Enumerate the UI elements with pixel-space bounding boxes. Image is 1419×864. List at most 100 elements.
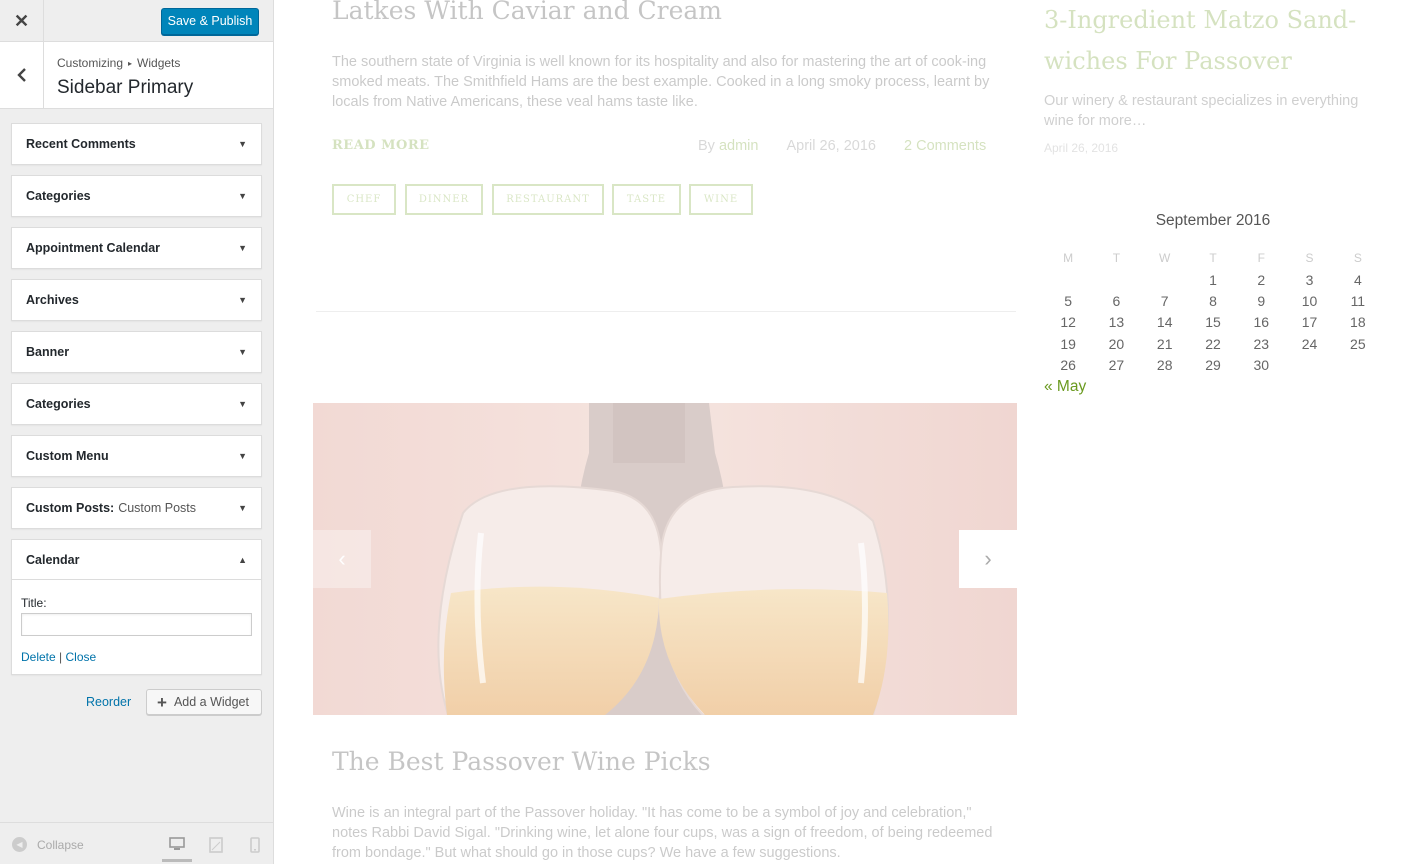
delete-link[interactable]: Delete xyxy=(21,650,56,664)
post-date: April 26, 2016 xyxy=(786,138,876,154)
widget-appointment-calendar[interactable]: Appointment Calendar ▼ xyxy=(11,227,262,269)
comments-link[interactable]: 2 Comments xyxy=(904,138,986,154)
tag-taste[interactable]: TASTE xyxy=(612,184,681,215)
action-separator: | xyxy=(59,650,63,664)
tag-restaurant[interactable]: RESTAURANT xyxy=(492,184,604,215)
day-header: S xyxy=(1353,251,1362,265)
breadcrumb: Customizing ▸ Widgets xyxy=(57,56,180,70)
breadcrumb-separator-icon: ▸ xyxy=(128,59,133,68)
widget-recent-comments[interactable]: Recent Comments ▼ xyxy=(11,123,262,165)
desktop-icon xyxy=(169,836,185,850)
calendar-day xyxy=(1285,354,1333,375)
calendar-prev-month-link[interactable]: « May xyxy=(1044,378,1382,396)
caret-down-icon[interactable]: ▼ xyxy=(238,347,247,357)
chevron-left-icon xyxy=(16,68,26,82)
widget-title: Appointment Calendar xyxy=(26,241,161,255)
caret-down-icon[interactable]: ▼ xyxy=(238,191,247,201)
calendar-day: 4 xyxy=(1353,271,1362,288)
calendar-day xyxy=(1044,269,1092,290)
widget-title: Categories xyxy=(26,189,91,203)
caret-down-icon[interactable]: ▼ xyxy=(238,451,247,461)
calendar-week: 5 6 7 8 9 10 11 xyxy=(1044,290,1382,311)
back-button[interactable] xyxy=(0,42,44,108)
widget-archives[interactable]: Archives ▼ xyxy=(11,279,262,321)
tag-wine[interactable]: WINE xyxy=(689,184,753,215)
desktop-preview-button[interactable] xyxy=(162,834,192,862)
caret-up-icon[interactable]: ▲ xyxy=(238,555,247,565)
recent-post-date: April 26, 2016 xyxy=(1044,141,1119,155)
close-link[interactable]: Close xyxy=(66,650,97,664)
post-title[interactable]: The Best Passover Wine Picks xyxy=(332,747,711,776)
title-field[interactable] xyxy=(21,613,252,636)
calendar-day: 11 xyxy=(1350,292,1366,309)
day-header: M xyxy=(1063,251,1074,265)
calendar-day: 24 xyxy=(1301,335,1318,352)
day-header: W xyxy=(1159,251,1171,265)
slider-prev-button[interactable]: ‹ xyxy=(313,530,371,588)
calendar-day: 17 xyxy=(1301,314,1318,331)
calendar-week: 1 2 3 4 xyxy=(1044,269,1382,290)
post-title[interactable]: Latkes With Caviar and Cream xyxy=(332,0,722,25)
calendar-day: 27 xyxy=(1108,356,1125,373)
caret-down-icon[interactable]: ▼ xyxy=(238,399,247,409)
calendar-day: 1 xyxy=(1209,271,1217,288)
calendar-week: 12 13 14 15 16 17 18 xyxy=(1044,312,1382,333)
widget-custom-posts[interactable]: Custom Posts: Custom Posts ▼ xyxy=(11,487,262,529)
wine-glasses-image xyxy=(313,403,1017,715)
calendar-widget-preview: September 2016 M T W T F S S 1 2 3 4 5 6 7 8 9 10… xyxy=(1044,212,1382,396)
calendar-week: 19 20 21 22 23 24 25 xyxy=(1044,333,1382,354)
widget-categories[interactable]: Categories ▼ xyxy=(11,175,262,217)
calendar-day: 29 xyxy=(1205,356,1221,373)
caret-down-icon[interactable]: ▼ xyxy=(238,243,247,253)
caret-down-icon[interactable]: ▼ xyxy=(238,295,247,305)
calendar-day: 23 xyxy=(1253,335,1270,352)
widget-categories-2[interactable]: Categories ▼ xyxy=(11,383,262,425)
calendar-caption: September 2016 xyxy=(1155,212,1271,229)
save-publish-button[interactable]: Save & Publish xyxy=(161,8,259,35)
mobile-preview-button[interactable] xyxy=(245,835,265,855)
author-link[interactable]: admin xyxy=(719,138,759,154)
reorder-link[interactable]: Reorder xyxy=(86,695,131,709)
calendar-day: 16 xyxy=(1253,314,1270,331)
widget-calendar[interactable]: Calendar ▲ Title: Delete | Close xyxy=(11,539,262,675)
calendar-day: 22 xyxy=(1205,335,1221,352)
close-icon: ✕ xyxy=(13,10,30,31)
recent-post-title[interactable]: 3-Ingredient Matzo Sand-wiches For Passo… xyxy=(1044,0,1384,82)
calendar-day: 3 xyxy=(1305,271,1314,288)
tag-dinner[interactable]: DINNER xyxy=(405,184,483,215)
calendar-day: 28 xyxy=(1156,356,1173,373)
close-customizer-button[interactable]: ✕ xyxy=(0,0,44,42)
tag-chef[interactable]: CHEF xyxy=(332,184,396,215)
collapse-button[interactable]: ◀ Collapse xyxy=(12,837,84,852)
mobile-icon xyxy=(250,837,260,853)
title-field-label: Title: xyxy=(21,596,47,610)
section-header: Customizing ▸ Widgets Sidebar Primary xyxy=(0,42,273,109)
image-slider: ‹ › xyxy=(313,403,1017,715)
widget-title: Categories xyxy=(26,397,91,411)
day-header: F xyxy=(1257,251,1265,265)
calendar-day xyxy=(1334,354,1382,375)
slider-next-button[interactable]: › xyxy=(959,530,1017,588)
caret-down-icon[interactable]: ▼ xyxy=(238,503,247,513)
calendar-day: 6 xyxy=(1112,292,1121,309)
calendar-day: 19 xyxy=(1060,335,1076,352)
collapse-label: Collapse xyxy=(37,837,84,852)
widget-title: Archives xyxy=(26,293,79,307)
customizer-footer: ◀ Collapse xyxy=(0,822,273,864)
widget-title: Custom Menu xyxy=(26,449,109,463)
caret-down-icon[interactable]: ▼ xyxy=(238,139,247,149)
widget-banner[interactable]: Banner ▼ xyxy=(11,331,262,373)
day-header: T xyxy=(1112,251,1121,265)
add-widget-button[interactable]: + Add a Widget xyxy=(146,689,262,715)
widget-custom-menu[interactable]: Custom Menu ▼ xyxy=(11,435,262,477)
calendar-day xyxy=(1092,269,1140,290)
calendar-day-headers: M T W T F S S xyxy=(1044,247,1382,269)
recent-post-excerpt: Our winery & restaurant specializes in e… xyxy=(1044,93,1359,129)
calendar-day: 9 xyxy=(1257,292,1266,309)
calendar-day: 12 xyxy=(1060,314,1076,331)
calendar-day: 15 xyxy=(1205,314,1221,331)
section-title: Sidebar Primary xyxy=(57,77,194,98)
read-more-link[interactable]: READ MORE xyxy=(332,138,430,153)
tablet-preview-button[interactable] xyxy=(206,835,226,855)
plus-icon: + xyxy=(157,692,167,712)
